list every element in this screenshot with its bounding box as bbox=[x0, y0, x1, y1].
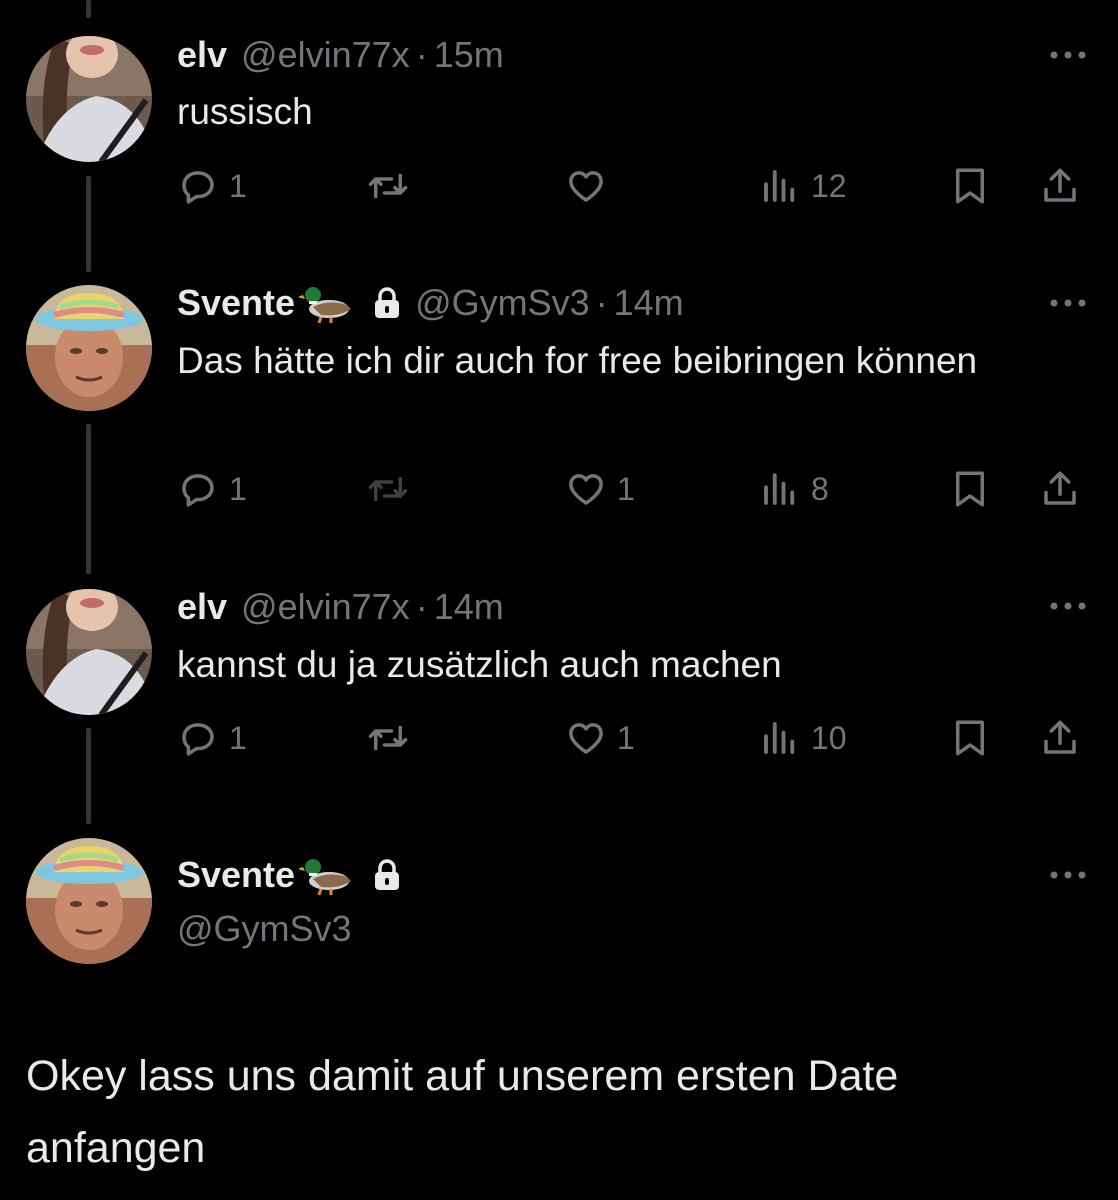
timestamp[interactable]: 15m bbox=[434, 34, 504, 76]
reply-count: 1 bbox=[229, 719, 247, 756]
tweet-text: Okey lass uns damit auf unserem ersten D… bbox=[26, 1052, 899, 1172]
views-icon bbox=[764, 170, 795, 202]
avatar-image-svente bbox=[26, 838, 152, 964]
duck-emoji bbox=[299, 287, 352, 323]
thread-line bbox=[86, 0, 91, 18]
user-handle[interactable]: @elvin77x bbox=[241, 34, 410, 76]
more-icon[interactable] bbox=[1048, 601, 1088, 611]
timestamp[interactable]: 14m bbox=[434, 586, 504, 628]
duck-emoji bbox=[299, 859, 352, 895]
timestamp[interactable]: 14m bbox=[614, 282, 684, 324]
display-name[interactable]: elv bbox=[177, 586, 227, 628]
heart-icon bbox=[569, 474, 603, 505]
bookmark-button[interactable] bbox=[949, 164, 991, 208]
more-icon[interactable] bbox=[1048, 870, 1088, 880]
display-name[interactable]: Svente bbox=[177, 282, 295, 324]
display-name[interactable]: elv bbox=[177, 34, 227, 76]
reply-icon bbox=[182, 474, 214, 507]
like-button[interactable]: 1 bbox=[565, 467, 635, 511]
lock-icon bbox=[375, 287, 400, 318]
heart-icon bbox=[569, 171, 603, 202]
tweet-text: russisch bbox=[177, 91, 313, 132]
share-icon bbox=[1044, 471, 1076, 505]
tweet-text: kannst du ja zusätzlich auch machen bbox=[177, 644, 782, 685]
user-handle[interactable]: @GymSv3 bbox=[177, 908, 352, 950]
avatar-image-svente bbox=[26, 285, 152, 411]
thread-line bbox=[86, 728, 91, 824]
avatar-image-elv bbox=[26, 589, 152, 715]
share-button[interactable] bbox=[1039, 716, 1081, 760]
user-handle[interactable]: @elvin77x bbox=[241, 586, 410, 628]
tweet-header: Svente bbox=[177, 854, 401, 896]
tweet-header: Svente @GymSv3 · 14m bbox=[177, 282, 684, 324]
reply-icon bbox=[182, 171, 214, 204]
lock-icon bbox=[375, 859, 400, 890]
avatar[interactable] bbox=[26, 838, 152, 964]
bookmark-icon bbox=[956, 471, 984, 507]
views-count: 8 bbox=[811, 470, 829, 507]
retweet-icon bbox=[368, 725, 408, 751]
like-button[interactable]: 1 bbox=[565, 716, 635, 760]
views-icon bbox=[764, 722, 795, 754]
display-name[interactable]: Svente bbox=[177, 854, 295, 896]
heart-icon bbox=[569, 723, 603, 754]
reply-button[interactable]: 1 bbox=[177, 164, 247, 208]
avatar[interactable] bbox=[26, 36, 152, 162]
bookmark-button[interactable] bbox=[949, 716, 991, 760]
retweet-button[interactable] bbox=[367, 164, 419, 208]
like-count: 1 bbox=[617, 470, 635, 507]
views-count: 10 bbox=[811, 719, 847, 756]
reply-count: 1 bbox=[229, 470, 247, 507]
tweet-actions: 1 12 bbox=[177, 164, 1088, 208]
share-icon bbox=[1044, 168, 1076, 202]
retweet-icon bbox=[368, 476, 408, 502]
more-icon[interactable] bbox=[1048, 298, 1088, 308]
views-button[interactable]: 10 bbox=[759, 716, 847, 760]
tweet-header: elv @elvin77x · 15m bbox=[177, 34, 504, 76]
separator-dot: · bbox=[415, 34, 428, 75]
more-icon[interactable] bbox=[1048, 50, 1088, 60]
thread-line bbox=[86, 424, 91, 574]
separator-dot: · bbox=[415, 586, 428, 627]
reply-count: 1 bbox=[229, 167, 247, 204]
like-button[interactable] bbox=[565, 164, 617, 208]
bookmark-icon bbox=[956, 168, 984, 204]
share-button[interactable] bbox=[1039, 164, 1081, 208]
views-count: 12 bbox=[811, 167, 847, 204]
reply-button[interactable]: 1 bbox=[177, 467, 247, 511]
tweet-header: elv @elvin77x · 14m bbox=[177, 586, 504, 628]
bookmark-icon bbox=[956, 720, 984, 756]
avatar[interactable] bbox=[26, 285, 152, 411]
separator-dot: · bbox=[595, 282, 608, 323]
views-button[interactable]: 12 bbox=[759, 164, 847, 208]
share-icon bbox=[1044, 720, 1076, 754]
tweet-actions: 1 1 8 bbox=[177, 467, 1088, 511]
avatar[interactable] bbox=[26, 589, 152, 715]
share-button[interactable] bbox=[1039, 467, 1081, 511]
retweet-button[interactable] bbox=[367, 467, 419, 511]
like-count: 1 bbox=[617, 719, 635, 756]
user-handle[interactable]: @GymSv3 bbox=[415, 282, 590, 324]
reply-icon bbox=[182, 723, 214, 756]
reply-button[interactable]: 1 bbox=[177, 716, 247, 760]
thread-line bbox=[86, 176, 91, 272]
tweet-text: Das hätte ich dir auch for free beibring… bbox=[177, 340, 978, 381]
views-icon bbox=[764, 473, 795, 505]
retweet-button[interactable] bbox=[367, 716, 419, 760]
views-button[interactable]: 8 bbox=[759, 467, 829, 511]
tweet-actions: 1 1 10 bbox=[177, 716, 1088, 760]
bookmark-button[interactable] bbox=[949, 467, 991, 511]
avatar-image-elv bbox=[26, 36, 152, 162]
retweet-icon bbox=[368, 173, 408, 199]
